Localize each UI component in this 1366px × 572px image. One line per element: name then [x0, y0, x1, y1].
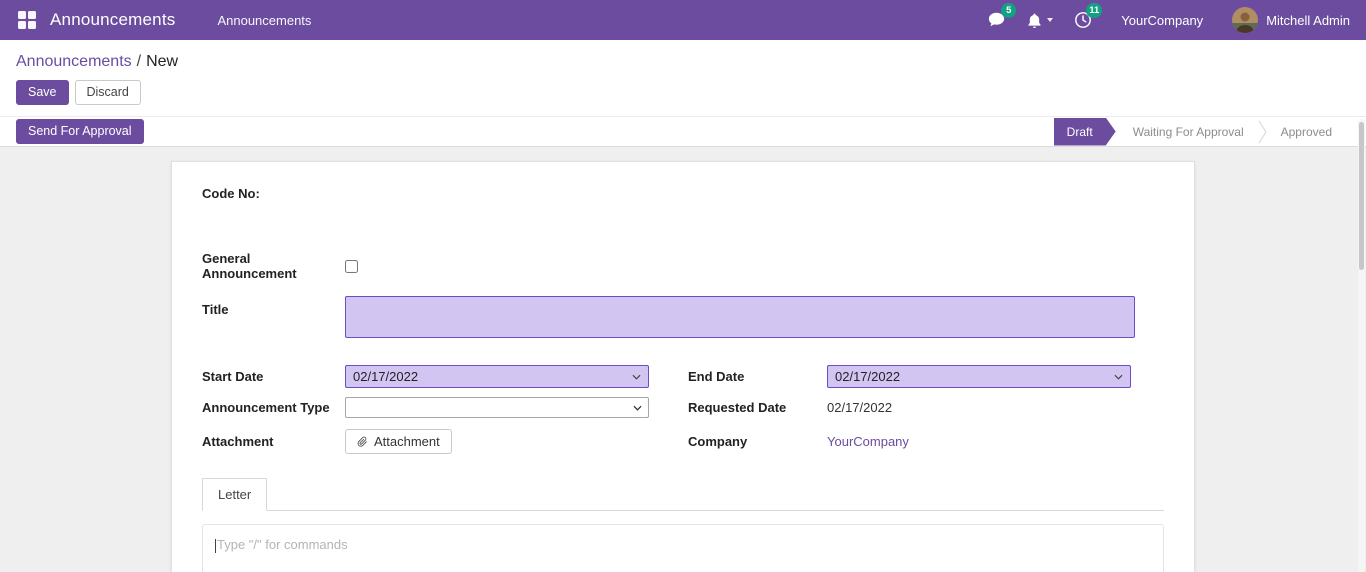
start-date-label: Start Date	[202, 369, 345, 384]
app-title[interactable]: Announcements	[50, 10, 175, 30]
breadcrumb-parent-link[interactable]: Announcements	[16, 53, 132, 70]
type-row: Announcement Type Requested Date 02/17/2…	[202, 397, 1164, 418]
user-name: Mitchell Admin	[1266, 13, 1350, 28]
breadcrumb: Announcements / New	[0, 40, 1366, 71]
statusbar: Send For Approval Draft Waiting For Appr…	[0, 116, 1366, 147]
title-input[interactable]	[345, 296, 1135, 338]
activities-badge: 11	[1086, 3, 1102, 18]
general-announcement-row: General Announcement	[202, 251, 1164, 281]
status-separator-icon	[1258, 117, 1267, 146]
requested-date-value: 02/17/2022	[827, 400, 892, 415]
form-view-content: Code No: General Announcement Title Star…	[0, 147, 1366, 572]
title-row: Title	[202, 296, 1164, 338]
chevron-down-icon	[632, 374, 641, 380]
discard-button[interactable]: Discard	[75, 80, 141, 105]
company-switcher[interactable]: YourCompany	[1121, 13, 1203, 28]
breadcrumb-current: New	[146, 53, 178, 70]
general-announcement-label: General Announcement	[202, 251, 345, 281]
messages-badge: 5	[1001, 3, 1016, 18]
apps-menu-button[interactable]	[16, 9, 38, 31]
bell-icon	[1027, 12, 1042, 29]
end-date-field[interactable]: 02/17/2022	[827, 365, 1131, 388]
messages-button[interactable]: 5	[987, 11, 1006, 29]
paperclip-icon	[357, 435, 368, 448]
title-label: Title	[202, 296, 345, 317]
save-button[interactable]: Save	[16, 80, 69, 105]
menu-item-announcements[interactable]: Announcements	[209, 13, 319, 28]
company-label: Company	[688, 434, 827, 449]
send-for-approval-button[interactable]: Send For Approval	[16, 119, 144, 144]
start-date-field[interactable]: 02/17/2022	[345, 365, 649, 388]
apps-grid-icon	[18, 11, 36, 29]
sheet: Code No: General Announcement Title Star…	[171, 161, 1195, 572]
start-date-value: 02/17/2022	[353, 369, 418, 384]
attachment-button[interactable]: Attachment	[345, 429, 452, 454]
attachment-row: Attachment Attachment Company YourCompan…	[202, 429, 1164, 454]
text-cursor	[215, 539, 216, 553]
editor-placeholder: Type "/" for commands	[217, 537, 348, 552]
caret-down-icon	[1047, 18, 1053, 22]
status-approved[interactable]: Approved	[1267, 117, 1346, 146]
general-announcement-checkbox[interactable]	[345, 260, 358, 273]
attachment-button-label: Attachment	[374, 434, 440, 449]
letter-editor[interactable]: Type "/" for commands	[202, 524, 1164, 572]
status-draft[interactable]: Draft	[1054, 118, 1116, 146]
chevron-down-icon	[633, 405, 642, 411]
topbar-right: 5 11 YourCompany Mitchell Admin	[987, 7, 1350, 33]
statusbar-states: Draft Waiting For Approval Approved	[1054, 117, 1346, 146]
requested-date-label: Requested Date	[688, 400, 827, 415]
avatar	[1232, 7, 1258, 33]
company-link[interactable]: YourCompany	[827, 434, 909, 449]
notebook: Letter Type "/" for commands	[202, 478, 1164, 572]
announcement-type-select[interactable]	[345, 397, 649, 418]
code-label: Code No:	[202, 186, 1164, 201]
notifications-button[interactable]	[1027, 12, 1053, 29]
activities-button[interactable]: 11	[1074, 11, 1092, 29]
breadcrumb-separator: /	[137, 53, 141, 70]
announcement-type-label: Announcement Type	[202, 400, 345, 415]
control-panel-buttons: Save Discard	[0, 71, 1366, 116]
chevron-down-icon	[1114, 374, 1123, 380]
end-date-label: End Date	[688, 369, 827, 384]
attachment-label: Attachment	[202, 434, 345, 449]
scrollbar[interactable]	[1358, 119, 1365, 572]
tab-letter[interactable]: Letter	[202, 478, 267, 511]
user-menu[interactable]: Mitchell Admin	[1232, 7, 1350, 33]
end-date-value: 02/17/2022	[835, 369, 900, 384]
scrollbar-thumb[interactable]	[1359, 122, 1364, 270]
dates-row: Start Date 02/17/2022 End Date 02/17/202…	[202, 365, 1164, 388]
status-waiting-for-approval[interactable]: Waiting For Approval	[1119, 117, 1258, 146]
notebook-tabs: Letter	[202, 478, 1164, 511]
topbar: Announcements Announcements 5 11 YourCom…	[0, 0, 1366, 40]
